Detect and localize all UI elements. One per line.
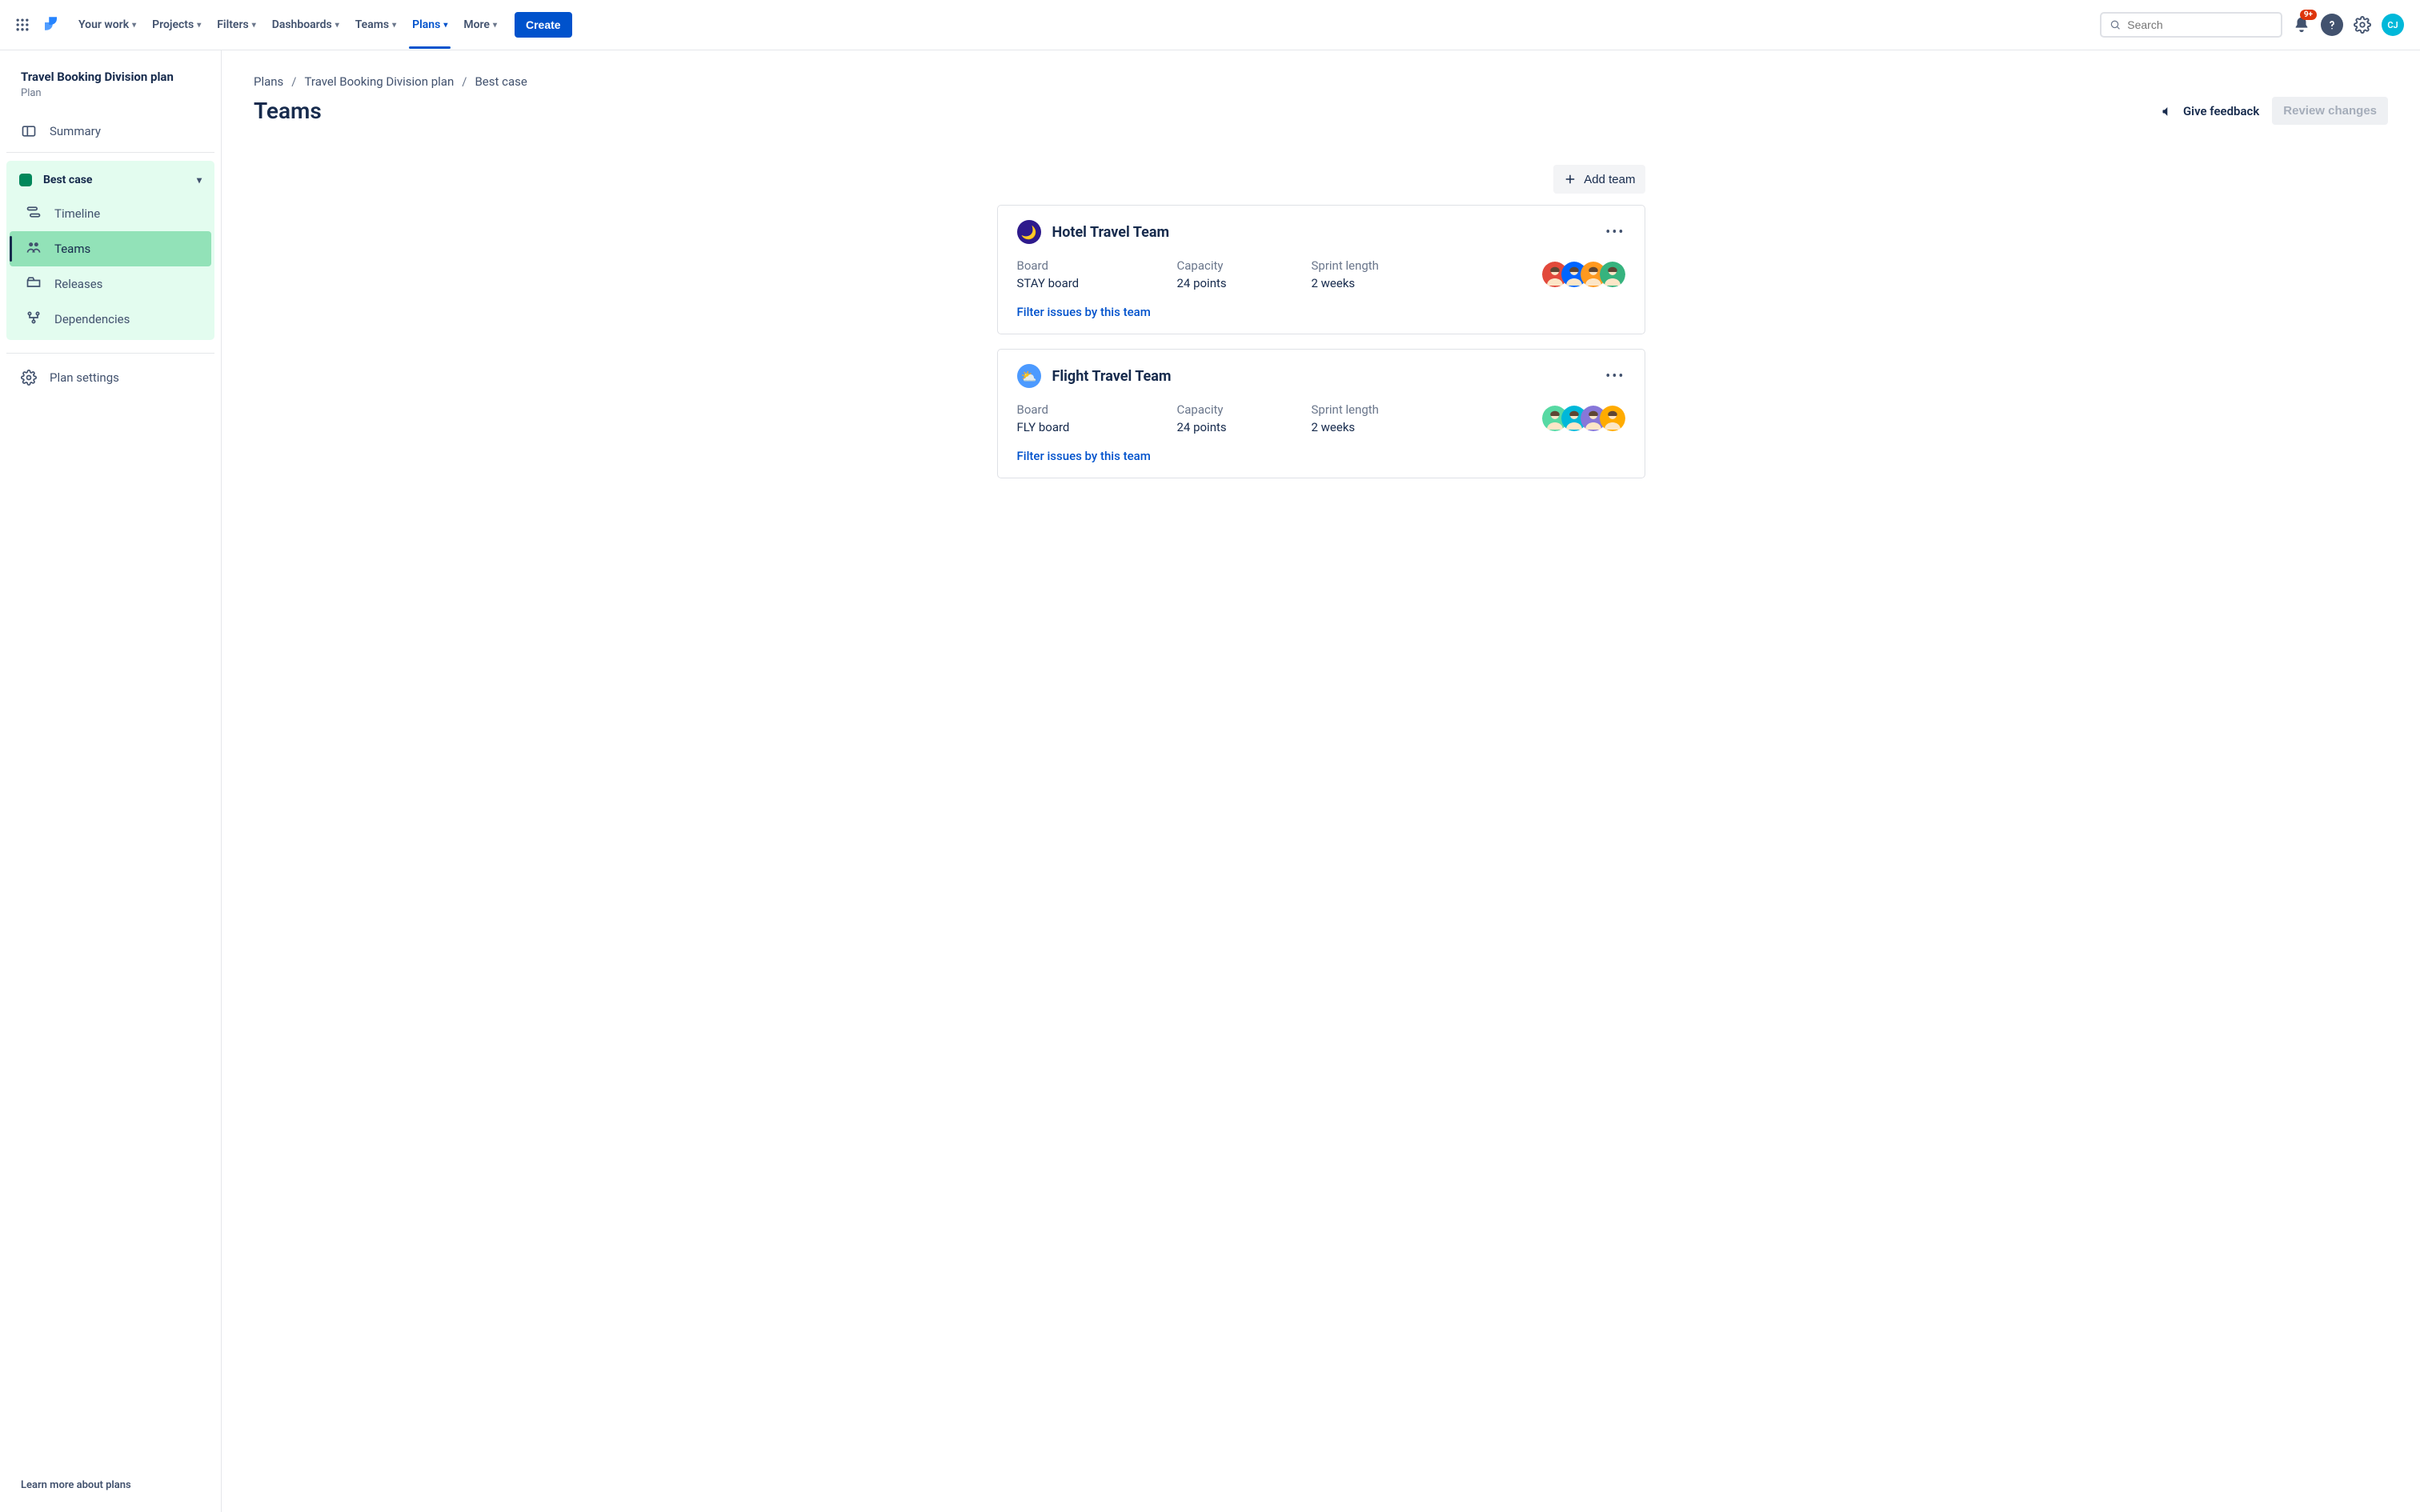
capacity-value: 24 points <box>1177 420 1312 434</box>
help-icon[interactable] <box>2321 14 2343 36</box>
plan-settings-label: Plan settings <box>50 370 119 385</box>
crumb-scenario[interactable]: Best case <box>475 74 527 89</box>
nav-teams[interactable]: Teams▾ <box>347 14 404 36</box>
team-icon: ⛅ <box>1017 364 1041 388</box>
nav-plans[interactable]: Plans▾ <box>404 14 455 36</box>
page-title: Teams <box>254 98 322 124</box>
sidebar-item-plan-settings[interactable]: Plan settings <box>6 362 214 394</box>
notification-badge: 9+ <box>2300 10 2317 20</box>
sprint-value: 2 weeks <box>1312 276 1512 290</box>
summary-label: Summary <box>50 124 101 138</box>
nav-dashboards[interactable]: Dashboards▾ <box>264 14 347 36</box>
releases-icon <box>26 274 42 294</box>
board-value: STAY board <box>1017 276 1177 290</box>
plan-title: Travel Booking Division plan <box>6 70 214 84</box>
plan-subtitle: Plan <box>6 84 214 115</box>
chevron-down-icon: ▾ <box>197 174 202 186</box>
breadcrumb: Plans / Travel Booking Division plan / B… <box>254 74 2388 89</box>
create-button[interactable]: Create <box>515 12 572 38</box>
sprint-label: Sprint length <box>1312 402 1512 417</box>
board-value: FLY board <box>1017 420 1177 434</box>
plus-icon <box>1563 172 1577 186</box>
sidebar-item-timeline[interactable]: Timeline <box>10 196 211 231</box>
sidebar-item-summary[interactable]: Summary <box>6 115 214 147</box>
member-avatars <box>1542 406 1625 431</box>
member-avatar[interactable] <box>1600 262 1625 287</box>
search-field[interactable] <box>2127 18 2273 31</box>
sidebar-item-releases[interactable]: Releases <box>10 266 211 302</box>
user-avatar[interactable]: CJ <box>2382 14 2404 36</box>
scenario-name: Best case <box>43 174 92 186</box>
timeline-icon <box>26 204 42 223</box>
add-team-label: Add team <box>1584 173 1635 186</box>
crumb-plan-name[interactable]: Travel Booking Division plan <box>305 74 455 89</box>
sidebar-item-dependencies[interactable]: Dependencies <box>10 302 211 337</box>
team-name: Hotel Travel Team <box>1052 224 1170 241</box>
settings-icon[interactable] <box>2351 14 2374 36</box>
scenario-block: Best case ▾ TimelineTeamsReleasesDepende… <box>6 161 214 340</box>
give-feedback-button[interactable]: Give feedback <box>2161 103 2259 119</box>
megaphone-icon <box>2161 103 2177 119</box>
filter-issues-link[interactable]: Filter issues by this team <box>1017 305 1151 319</box>
notifications-icon[interactable]: 9+ <box>2290 14 2313 36</box>
capacity-value: 24 points <box>1177 276 1312 290</box>
member-avatars <box>1542 262 1625 287</box>
dependencies-icon <box>26 310 42 329</box>
learn-more-link[interactable]: Learn more about plans <box>6 1466 214 1504</box>
sidebar-item-teams[interactable]: Teams <box>10 231 211 266</box>
search-input[interactable] <box>2100 12 2282 38</box>
board-label: Board <box>1017 402 1177 417</box>
filter-issues-link[interactable]: Filter issues by this team <box>1017 449 1151 463</box>
review-changes-button[interactable]: Review changes <box>2272 97 2388 125</box>
summary-icon <box>21 123 37 139</box>
teams-icon <box>26 239 42 258</box>
team-icon: 🌙 <box>1017 220 1041 244</box>
team-card: ⛅ Flight Travel Team ••• Board FLY boardCapa… <box>997 349 1645 478</box>
gear-icon <box>21 370 37 386</box>
board-label: Board <box>1017 258 1177 273</box>
nav-filters[interactable]: Filters▾ <box>209 14 263 36</box>
nav-your-work[interactable]: Your work▾ <box>70 14 144 36</box>
team-card: 🌙 Hotel Travel Team ••• Board STAY boardCapa… <box>997 205 1645 334</box>
nav-more[interactable]: More▾ <box>455 14 505 36</box>
app-switcher-icon[interactable] <box>11 14 34 36</box>
crumb-plans[interactable]: Plans <box>254 74 283 89</box>
member-avatar[interactable] <box>1600 406 1625 431</box>
nav-projects[interactable]: Projects▾ <box>144 14 209 36</box>
feedback-label: Give feedback <box>2183 104 2259 118</box>
add-team-button[interactable]: Add team <box>1553 165 1645 194</box>
scenario-header[interactable]: Best case ▾ <box>6 164 214 196</box>
team-menu-button[interactable]: ••• <box>1605 224 1625 241</box>
capacity-label: Capacity <box>1177 258 1312 273</box>
capacity-label: Capacity <box>1177 402 1312 417</box>
team-name: Flight Travel Team <box>1052 368 1172 385</box>
sprint-value: 2 weeks <box>1312 420 1512 434</box>
jira-logo-icon[interactable] <box>38 14 61 36</box>
scenario-color-icon <box>19 174 32 186</box>
team-menu-button[interactable]: ••• <box>1605 368 1625 385</box>
sprint-label: Sprint length <box>1312 258 1512 273</box>
search-icon <box>2109 18 2121 31</box>
